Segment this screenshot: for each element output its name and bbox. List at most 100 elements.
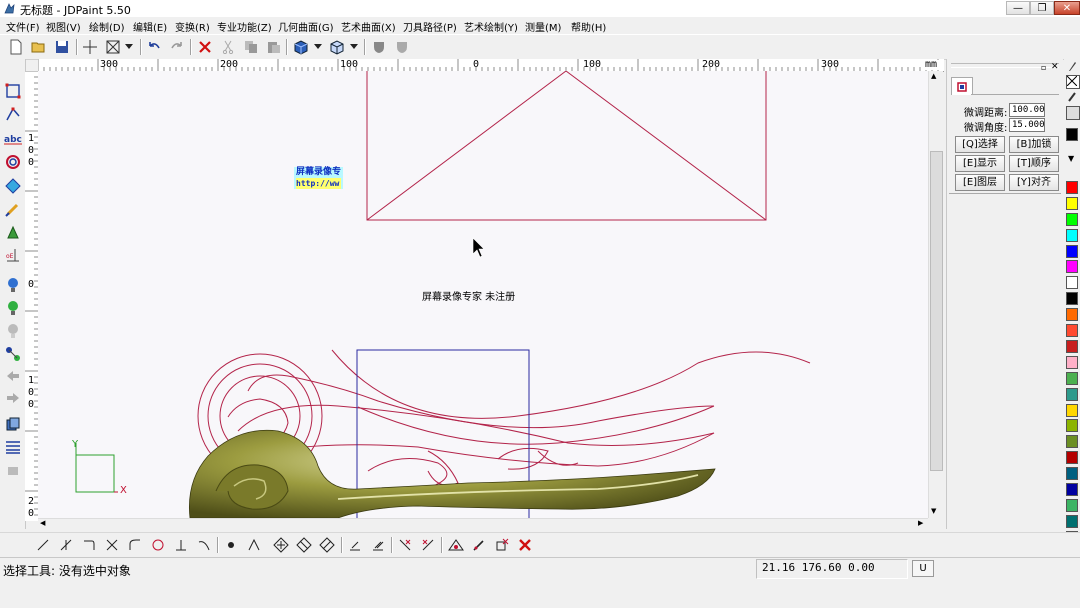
color-swatch[interactable] bbox=[1066, 404, 1078, 417]
menu-measure[interactable]: 测量(M) bbox=[525, 19, 561, 34]
layer-button[interactable]: [E]图层 bbox=[955, 174, 1005, 191]
no-color-swatch[interactable] bbox=[1066, 75, 1080, 89]
bulb-tool[interactable] bbox=[3, 275, 22, 294]
cut-button[interactable] bbox=[219, 38, 237, 56]
tangent-tool[interactable] bbox=[195, 536, 213, 554]
dropper-icon[interactable] bbox=[1067, 90, 1077, 105]
open-file-button[interactable] bbox=[30, 38, 48, 56]
arc-tool[interactable] bbox=[126, 536, 144, 554]
minimize-button[interactable]: — bbox=[1006, 1, 1030, 15]
brush-tool[interactable] bbox=[3, 199, 22, 218]
scroll-down-icon[interactable]: ▼ bbox=[931, 507, 936, 515]
trim-tool-2[interactable] bbox=[419, 536, 437, 554]
menu-professional[interactable]: 专业功能(Z) bbox=[217, 19, 272, 34]
select-node-tool[interactable] bbox=[3, 81, 22, 100]
edit-path-tool[interactable] bbox=[3, 104, 22, 123]
color-swatch[interactable] bbox=[1066, 308, 1078, 321]
shield-button-1[interactable] bbox=[370, 38, 388, 56]
connect-tool[interactable] bbox=[447, 536, 465, 554]
color-swatch[interactable] bbox=[1066, 340, 1078, 353]
save-button[interactable] bbox=[53, 38, 71, 56]
color-swatch[interactable] bbox=[1066, 276, 1078, 289]
measure-tool[interactable]: oE bbox=[3, 245, 22, 264]
select-box-button[interactable] bbox=[104, 38, 122, 56]
menu-file[interactable]: 文件(F) bbox=[6, 19, 40, 34]
fine-distance-input[interactable]: 100.00 bbox=[1009, 103, 1045, 117]
line-tool[interactable] bbox=[34, 536, 52, 554]
color-swatch[interactable] bbox=[1066, 245, 1078, 258]
disabled-tool-2[interactable] bbox=[3, 459, 22, 478]
shape-tool[interactable] bbox=[3, 152, 22, 171]
color-swatch[interactable] bbox=[1066, 229, 1078, 242]
view-dropdown-button[interactable] bbox=[312, 38, 324, 56]
fillet-tool[interactable] bbox=[346, 536, 364, 554]
view-cube-button[interactable] bbox=[292, 38, 310, 56]
color-swatch[interactable] bbox=[1066, 451, 1078, 464]
perpendicular-tool[interactable] bbox=[172, 536, 190, 554]
vertical-scrollbar[interactable]: ▲ ▼ bbox=[928, 71, 943, 518]
disabled-tool-1[interactable] bbox=[3, 321, 22, 340]
lock-button[interactable]: [B]加锁 bbox=[1009, 136, 1059, 153]
relief-model[interactable] bbox=[189, 429, 716, 518]
menu-geometric-surface[interactable]: 几何曲面(G) bbox=[278, 19, 334, 34]
green-bulb-tool[interactable] bbox=[3, 298, 22, 317]
panel-close-icon[interactable]: ✕ bbox=[1051, 62, 1059, 72]
color-swatch[interactable] bbox=[1066, 372, 1078, 385]
color-swatch[interactable] bbox=[1066, 181, 1078, 194]
shield-button-2[interactable] bbox=[393, 38, 411, 56]
fine-angle-input[interactable]: 15.000 bbox=[1009, 118, 1045, 132]
chamfer-tool[interactable] bbox=[369, 536, 387, 554]
menu-toolpath[interactable]: 刀具路径(P) bbox=[403, 19, 457, 34]
redo-button[interactable] bbox=[168, 38, 186, 56]
color-swatch[interactable] bbox=[1066, 435, 1078, 448]
scroll-left-icon[interactable]: ◀ bbox=[40, 519, 45, 527]
panel-restore-icon[interactable]: ▫ bbox=[1041, 63, 1046, 72]
pen-tool[interactable] bbox=[470, 536, 488, 554]
scroll-up-icon[interactable]: ▲ bbox=[931, 72, 936, 80]
menu-art-surface[interactable]: 艺术曲面(X) bbox=[341, 19, 396, 34]
color-swatch[interactable] bbox=[1066, 467, 1078, 480]
break-tool[interactable] bbox=[245, 536, 263, 554]
wire-cube-button[interactable] bbox=[328, 38, 346, 56]
wire-dropdown-button[interactable] bbox=[348, 38, 360, 56]
color-swatch[interactable] bbox=[1066, 128, 1078, 141]
delete-node-tool[interactable] bbox=[516, 536, 534, 554]
text-tool[interactable]: abc bbox=[3, 129, 22, 148]
vertical-scroll-thumb[interactable] bbox=[930, 151, 943, 471]
color-swatch[interactable] bbox=[1066, 324, 1078, 337]
color-swatch[interactable] bbox=[1066, 356, 1078, 369]
relief-tool[interactable] bbox=[3, 222, 22, 241]
select-dropdown-button[interactable] bbox=[123, 38, 135, 56]
color-swatch[interactable] bbox=[1066, 292, 1078, 305]
align-button[interactable]: [Y]对齐 bbox=[1009, 174, 1059, 191]
menu-draw[interactable]: 绘制(D) bbox=[89, 19, 125, 34]
menu-edit[interactable]: 编辑(E) bbox=[133, 19, 167, 34]
color-swatch[interactable] bbox=[1066, 197, 1078, 210]
diamond-tool-2[interactable] bbox=[295, 536, 313, 554]
drawing-canvas[interactable]: 屏幕录像专 http://ww 屏幕录像专家 未注册 Y X bbox=[38, 71, 928, 518]
circle-tool[interactable] bbox=[149, 536, 167, 554]
horizontal-scrollbar[interactable]: ◀ ▶ bbox=[38, 518, 928, 531]
paste-button[interactable] bbox=[265, 38, 283, 56]
copy-button[interactable] bbox=[242, 38, 260, 56]
corner-tool[interactable] bbox=[80, 536, 98, 554]
select-button[interactable]: [Q]选择 bbox=[955, 136, 1005, 153]
color-swatch[interactable] bbox=[1066, 499, 1078, 512]
pattern-swatch[interactable] bbox=[1066, 106, 1080, 120]
node-tool[interactable] bbox=[222, 536, 240, 554]
color-swatch[interactable] bbox=[1066, 213, 1078, 226]
extend-tool[interactable] bbox=[57, 536, 75, 554]
crosshair-button[interactable] bbox=[81, 38, 99, 56]
diamond-tool-3[interactable] bbox=[318, 536, 336, 554]
menu-view[interactable]: 视图(V) bbox=[46, 19, 81, 34]
node-link-tool[interactable] bbox=[3, 344, 22, 363]
maximize-button[interactable]: ❐ bbox=[1030, 1, 1054, 15]
panel-tab-selection[interactable] bbox=[951, 77, 973, 95]
undo-button[interactable] bbox=[145, 38, 163, 56]
cross-trim-tool[interactable] bbox=[103, 536, 121, 554]
surface-tool[interactable] bbox=[3, 176, 22, 195]
order-button[interactable]: [T]顺序 bbox=[1009, 155, 1059, 172]
pen-icon[interactable] bbox=[1067, 60, 1077, 75]
color-swatch[interactable] bbox=[1066, 260, 1078, 273]
trim-tool[interactable] bbox=[396, 536, 414, 554]
